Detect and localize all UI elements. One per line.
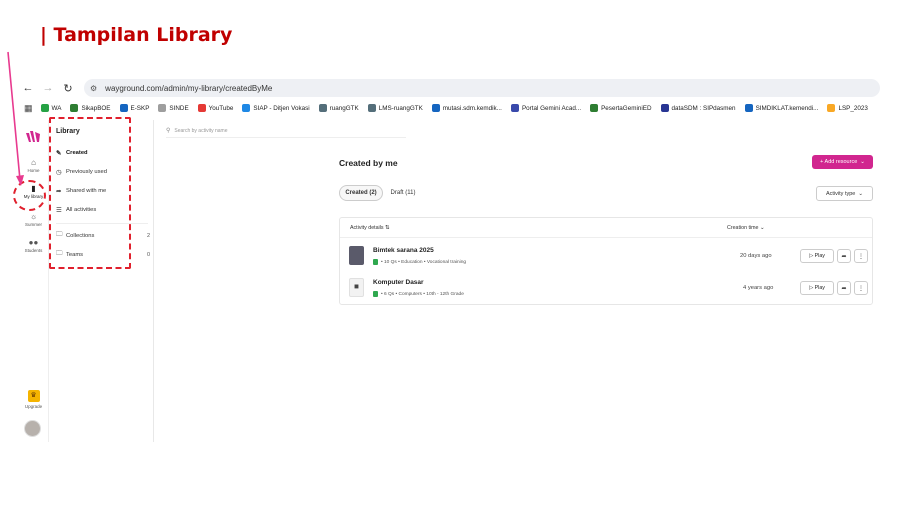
activity-meta: • 6 Qs • Computers • 10th - 12th Grade xyxy=(373,291,464,297)
bookmark[interactable]: SikapBOE xyxy=(70,104,111,112)
app-area: ⌂ Home ▮ My library ☼ Summer ●● Students… xyxy=(18,120,884,442)
chevron-down-icon: ⌄ xyxy=(860,159,865,165)
rail-item-students[interactable]: ●● Students xyxy=(18,238,49,253)
computer-icon: ◼ xyxy=(354,284,359,290)
annotation-dashed-circle xyxy=(13,180,46,211)
bookmark-icon xyxy=(744,104,753,112)
tab-created[interactable]: Created (2) xyxy=(339,185,383,201)
share-icon: ➦ xyxy=(841,253,847,260)
bookmark-icon xyxy=(119,104,128,112)
chevron-down-icon: ⌄ xyxy=(858,190,863,197)
collections-count: 2 xyxy=(146,232,150,239)
document-icon xyxy=(373,291,378,297)
bookmark-icon xyxy=(70,104,79,112)
bookmark[interactable]: WA xyxy=(40,104,61,112)
play-button[interactable]: ▷ Play xyxy=(800,281,834,295)
activity-title[interactable]: Komputer Dasar xyxy=(373,279,424,286)
apps-grid-icon[interactable]: ▦ xyxy=(24,103,33,114)
add-resource-button[interactable]: + Add resource ⌄ xyxy=(812,155,873,169)
bookmark[interactable]: Portal Gemini Acad... xyxy=(510,104,581,112)
bookmark[interactable]: YouTube xyxy=(197,104,233,112)
teams-count: 0 xyxy=(146,251,150,258)
activity-table: Activity details ⇅ Creation time ⌄ Bimte… xyxy=(339,217,873,305)
rail-item-upgrade[interactable]: ♛ Upgrade xyxy=(18,390,49,409)
more-vertical-icon: ⋮ xyxy=(858,253,864,260)
bookmark-icon xyxy=(242,104,251,112)
page-title: Created by me xyxy=(339,158,398,168)
activity-type-button[interactable]: Activity type ⌄ xyxy=(816,186,873,201)
more-options-button[interactable]: ⋮ xyxy=(854,281,868,295)
bookmark-icon xyxy=(590,104,599,112)
document-icon xyxy=(373,259,378,265)
activity-thumbnail: ◼ xyxy=(349,278,364,297)
sort-icon: ⇅ xyxy=(385,225,390,231)
bookmark[interactable]: SINDE xyxy=(158,104,189,112)
search-icon: ⚲ xyxy=(166,128,171,134)
forward-icon[interactable]: → xyxy=(38,82,58,94)
summer-icon: ☼ xyxy=(29,212,38,221)
table-row[interactable]: ◼ Komputer Dasar • 6 Qs • Computers • 10… xyxy=(340,272,872,304)
rail-item-home[interactable]: ⌂ Home xyxy=(18,158,49,173)
youtube-icon xyxy=(197,104,206,112)
bookmark[interactable]: SIAP - Ditjen Vokasi xyxy=(242,104,310,112)
table-header: Activity details ⇅ Creation time ⌄ xyxy=(340,218,872,238)
main-content: ⚲ Search by activity name Created by me … xyxy=(154,120,884,442)
creation-time: 4 years ago xyxy=(743,285,774,291)
site-info-icon[interactable]: ⚙ xyxy=(90,84,97,93)
bookmark[interactable]: E-SKP xyxy=(119,104,149,112)
bookmarks-bar: ▦ WA SikapBOE E-SKP SINDE YouTube SIAP -… xyxy=(18,98,884,118)
address-bar-row: ← → ↻ ⚙ wayground.com/admin/my-library/c… xyxy=(18,78,884,98)
search-input[interactable]: ⚲ Search by activity name xyxy=(166,124,406,138)
bookmark[interactable]: PesertaGeminiED xyxy=(590,104,652,112)
activity-title[interactable]: Bimtek sarana 2025 xyxy=(373,247,434,254)
bookmark[interactable]: SIMDIKLAT.kemendi... xyxy=(744,104,818,112)
chevron-down-icon: ⌄ xyxy=(759,225,765,231)
share-button[interactable]: ➦ xyxy=(837,281,851,295)
col-creation-time[interactable]: Creation time ⌄ xyxy=(727,225,764,231)
more-options-button[interactable]: ⋮ xyxy=(854,249,868,263)
activity-meta: • 10 Qs • Education • Vocational trainin… xyxy=(373,259,466,265)
table-row[interactable]: Bimtek sarana 2025 • 10 Qs • Education •… xyxy=(340,240,872,272)
slide: | Tampilan Library ← → ↻ ⚙ wayground.com… xyxy=(0,0,900,506)
bookmark-icon xyxy=(827,104,836,112)
play-button[interactable]: ▷ Play xyxy=(800,249,834,263)
bookmark-icon xyxy=(318,104,327,112)
reload-icon[interactable]: ↻ xyxy=(58,82,78,95)
back-icon[interactable]: ← xyxy=(18,82,38,94)
crown-icon: ♛ xyxy=(27,390,40,402)
browser-window: ← → ↻ ⚙ wayground.com/admin/my-library/c… xyxy=(18,78,884,442)
bookmark[interactable]: dataSDM : SIPdasmen xyxy=(660,104,736,112)
students-icon: ●● xyxy=(28,238,39,247)
bookmark[interactable]: ruangGTK xyxy=(318,104,359,112)
url-field[interactable]: ⚙ wayground.com/admin/my-library/created… xyxy=(84,79,880,97)
col-activity-details[interactable]: Activity details ⇅ xyxy=(350,225,390,231)
rail-item-summer[interactable]: ☼ Summer xyxy=(18,212,49,227)
activity-thumbnail xyxy=(349,246,364,265)
bookmark-icon xyxy=(367,104,376,112)
wayground-logo-icon xyxy=(26,131,40,142)
bookmark[interactable]: mutasi.sdm.kemdik... xyxy=(431,104,502,112)
tab-draft[interactable]: Draft (11) xyxy=(388,185,418,201)
bookmark-icon xyxy=(660,104,669,112)
avatar[interactable] xyxy=(24,420,41,437)
more-vertical-icon: ⋮ xyxy=(858,285,864,292)
bookmark[interactable]: LSP_2023 xyxy=(827,104,868,112)
share-button[interactable]: ➦ xyxy=(837,249,851,263)
left-rail: ⌂ Home ▮ My library ☼ Summer ●● Students… xyxy=(18,120,49,442)
bookmark-icon xyxy=(431,104,440,112)
creation-time: 20 days ago xyxy=(740,253,772,259)
bookmark-icon xyxy=(158,104,167,112)
play-icon: ▷ xyxy=(809,285,814,291)
play-icon: ▷ xyxy=(809,253,814,259)
annotation-dashed-box xyxy=(49,117,131,269)
url-text: wayground.com/admin/my-library/createdBy… xyxy=(105,83,273,93)
bookmark-icon xyxy=(510,104,519,112)
bookmark[interactable]: LMS-ruangGTK xyxy=(367,104,423,112)
bookmark-icon xyxy=(40,104,49,112)
share-icon: ➦ xyxy=(841,285,847,292)
home-icon: ⌂ xyxy=(31,158,36,167)
slide-title: | Tampilan Library xyxy=(40,24,233,46)
